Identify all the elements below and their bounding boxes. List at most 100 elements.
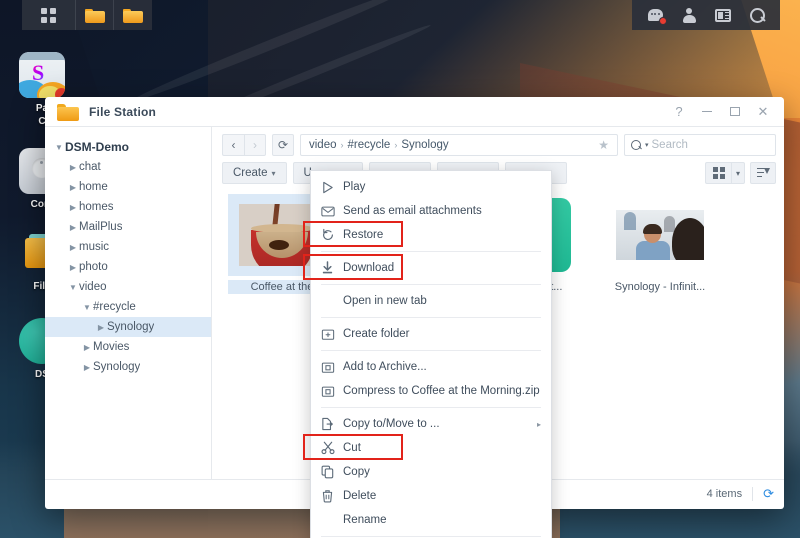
back-button[interactable]: ‹ xyxy=(222,134,244,156)
refresh-button[interactable]: ⟳ xyxy=(272,134,294,156)
sidebar-item-dsmdemo[interactable]: ▼ DSM-Demo xyxy=(45,137,211,157)
photo-station-icon: S xyxy=(19,52,65,98)
sort-button[interactable] xyxy=(750,162,776,184)
context-menu[interactable]: Play Send as email attachments Restore Down… xyxy=(310,170,552,538)
menu-item-label: Download xyxy=(343,262,395,274)
menu-item-play[interactable]: Play xyxy=(311,175,551,199)
chevron-right-icon[interactable]: ▶ xyxy=(81,343,93,352)
folder-tree-sidebar[interactable]: ▼ DSM-Demo ▶ chat ▶ home ▶ homes ▶ MailPlus ▶ music… xyxy=(45,127,212,479)
sidebar-item-chat[interactable]: ▶ chat xyxy=(45,157,211,177)
star-icon[interactable]: ★ xyxy=(598,138,609,152)
magnifier-icon xyxy=(749,7,765,23)
sidebar-item-label: photo xyxy=(79,261,108,273)
notifications-button[interactable] xyxy=(638,0,672,30)
sidebar-item-video[interactable]: ▼ video xyxy=(45,277,211,297)
item-count: 4 items xyxy=(706,487,743,500)
menu-item-label: Send as email attachments xyxy=(343,205,482,217)
grid-view-button[interactable] xyxy=(705,162,731,184)
grid-view-icon xyxy=(712,167,725,179)
close-icon: ✕ xyxy=(757,103,769,119)
sidebar-item-recycle[interactable]: ▼ #recycle xyxy=(45,297,211,317)
chevron-right-icon[interactable]: ▶ xyxy=(67,203,79,212)
chevron-right-icon[interactable]: ▶ xyxy=(67,183,79,192)
chevron-down-icon: ▾ xyxy=(735,168,740,178)
user-account-button[interactable] xyxy=(672,0,706,30)
sidebar-item-label: home xyxy=(79,181,108,193)
menu-item-label: Open in new tab xyxy=(343,295,427,307)
window-titlebar[interactable]: File Station ? ✕ xyxy=(45,97,784,127)
menu-item-label: Copy to/Move to ... xyxy=(343,418,440,430)
menu-item-copy[interactable]: Copy xyxy=(311,460,551,484)
sidebar-item-movies[interactable]: ▶ Movies xyxy=(45,337,211,357)
menu-item-add-to-archive[interactable]: Add to Archive... xyxy=(311,355,551,379)
taskbar-item-folder-1[interactable] xyxy=(76,0,114,30)
widgets-button[interactable] xyxy=(706,0,740,30)
menu-item-compress-to-coffee-at-the-morning-zip[interactable]: Compress to Coffee at the Morning.zip xyxy=(311,379,551,403)
sidebar-item-home[interactable]: ▶ home xyxy=(45,177,211,197)
minimize-button[interactable] xyxy=(694,100,720,124)
chevron-right-icon[interactable]: ▶ xyxy=(67,223,79,232)
menu-item-download[interactable]: Download xyxy=(311,256,551,280)
chevron-down-icon[interactable]: ▼ xyxy=(67,283,79,292)
sidebar-item-homes[interactable]: ▶ homes xyxy=(45,197,211,217)
menu-separator xyxy=(321,350,541,351)
sidebar-item-label: video xyxy=(79,281,107,293)
chevron-down-icon[interactable]: ▼ xyxy=(81,303,93,312)
sidebar-item-mailplus[interactable]: ▶ MailPlus xyxy=(45,217,211,237)
sidebar-item-synology[interactable]: ▶ Synology xyxy=(45,357,211,377)
refresh-icon[interactable]: ⟳ xyxy=(763,486,774,502)
sidebar-item-synology[interactable]: ▶ Synology xyxy=(45,317,211,337)
file-name: Synology - Infinit... xyxy=(614,281,706,293)
help-button[interactable]: ? xyxy=(666,100,692,124)
forward-icon: › xyxy=(253,138,257,152)
menu-item-open-in-new-tab[interactable]: Open in new tab xyxy=(311,289,551,313)
create-button[interactable]: Create ▾ xyxy=(222,162,287,184)
menu-item-send-as-email-attachments[interactable]: Send as email attachments xyxy=(311,199,551,223)
chevron-right-icon[interactable]: ▶ xyxy=(81,363,93,372)
menu-item-copy-to-move-to[interactable]: Copy to/Move to ... ▸ xyxy=(311,412,551,436)
chevron-down-icon[interactable]: ▼ xyxy=(53,143,65,152)
chevron-down-icon[interactable]: ▾ xyxy=(645,141,649,149)
taskbar xyxy=(0,0,800,30)
chevron-right-icon[interactable]: ▶ xyxy=(67,243,79,252)
menu-item-delete[interactable]: Delete xyxy=(311,484,551,508)
search-button[interactable] xyxy=(740,0,774,30)
breadcrumb-item-1[interactable]: #recycle xyxy=(348,139,391,151)
breadcrumb[interactable]: video › #recycle › Synology ★ xyxy=(300,134,618,156)
menu-item-label: Create folder xyxy=(343,328,410,340)
forward-button[interactable]: › xyxy=(244,134,266,156)
breadcrumb-item-2[interactable]: Synology xyxy=(401,139,448,151)
maximize-icon xyxy=(730,107,740,116)
taskbar-right-group xyxy=(632,0,780,30)
search-input[interactable]: ▾ Search xyxy=(624,134,776,156)
maximize-button[interactable] xyxy=(722,100,748,124)
grid-apps-icon xyxy=(41,7,56,23)
file-item-video[interactable]: Synology - Infinit... xyxy=(606,194,714,479)
breadcrumb-separator: › xyxy=(340,140,344,150)
archive-icon xyxy=(321,385,343,398)
taskbar-item-folder-2[interactable] xyxy=(114,0,152,30)
menu-item-label: Cut xyxy=(343,442,361,454)
view-mode-dropdown[interactable]: ▾ xyxy=(731,162,745,184)
folder-icon xyxy=(123,7,143,23)
sidebar-item-label: #recycle xyxy=(93,301,136,313)
back-icon: ‹ xyxy=(231,138,236,152)
menu-item-create-folder[interactable]: Create folder xyxy=(311,322,551,346)
file-thumbnail xyxy=(606,194,714,276)
sidebar-item-music[interactable]: ▶ music xyxy=(45,237,211,257)
sidebar-item-photo[interactable]: ▶ photo xyxy=(45,257,211,277)
breadcrumb-item-0[interactable]: video xyxy=(309,139,337,151)
sidebar-item-label: MailPlus xyxy=(79,221,123,233)
menu-item-rename[interactable]: Rename xyxy=(311,508,551,532)
chevron-right-icon[interactable]: ▶ xyxy=(67,263,79,272)
window-title: File Station xyxy=(89,104,157,119)
close-button[interactable]: ✕ xyxy=(750,100,776,124)
main-menu-button[interactable] xyxy=(22,0,76,30)
menu-item-cut[interactable]: Cut xyxy=(311,436,551,460)
menu-item-label: Play xyxy=(343,181,366,193)
menu-separator xyxy=(321,407,541,408)
menu-item-label: Restore xyxy=(343,229,384,241)
menu-item-restore[interactable]: Restore xyxy=(311,223,551,247)
chevron-right-icon[interactable]: ▶ xyxy=(67,163,79,172)
chevron-right-icon[interactable]: ▶ xyxy=(95,323,107,332)
